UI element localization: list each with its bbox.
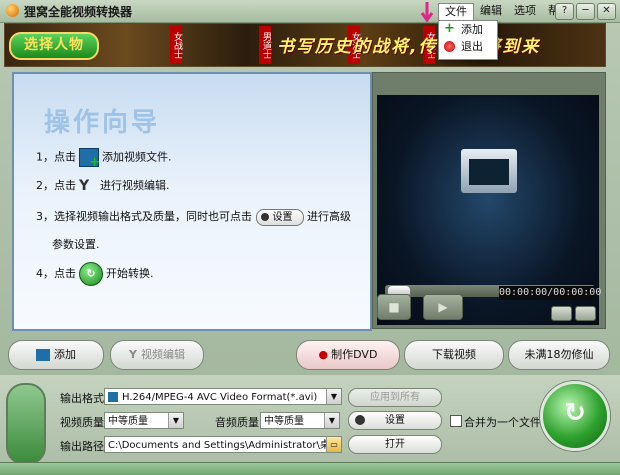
step-text: 4，点击	[36, 267, 76, 280]
audio-quality-value: 中等质量	[264, 416, 304, 427]
menu-edit[interactable]: 编辑	[474, 3, 508, 19]
add-icon: +	[444, 21, 455, 36]
menu-options[interactable]: 选项	[508, 3, 542, 19]
folder-button[interactable]	[575, 306, 596, 321]
settings-label: 设置	[385, 415, 405, 426]
chevron-down-icon: ▼	[324, 413, 339, 428]
refresh-icon: ↻	[564, 398, 586, 428]
video-quality-value: 中等质量	[108, 416, 148, 427]
step-text: 开始转换.	[106, 267, 154, 280]
video-quality-select[interactable]: 中等质量 ▼	[104, 412, 184, 429]
window-controls: ? ─ ✕	[555, 3, 616, 20]
format-icon	[108, 392, 118, 402]
menu-item-exit[interactable]: 退出	[439, 38, 497, 55]
promo-button[interactable]: 未满18勿修仙	[508, 340, 610, 370]
side-decoration	[6, 383, 46, 465]
add-button-label: 添加	[54, 348, 76, 361]
menu-item-exit-label: 退出	[461, 40, 483, 53]
banner-tag: 女战士	[170, 26, 182, 64]
guide-settings-button[interactable]: 设置	[255, 208, 304, 226]
app-logo-icon	[6, 4, 19, 17]
stop-button[interactable]: ■	[377, 294, 411, 320]
merge-checkbox[interactable]	[450, 415, 462, 427]
make-dvd-label: 制作DVD	[331, 348, 378, 361]
download-video-button[interactable]: 下载视频	[404, 340, 504, 370]
menu-item-add-label: 添加	[461, 23, 483, 36]
play-button[interactable]: ▶	[423, 294, 463, 320]
make-dvd-button[interactable]: ● 制作DVD	[296, 340, 400, 370]
menu-file[interactable]: 文件	[438, 3, 474, 20]
video-quality-label: 视频质量:	[60, 416, 108, 429]
status-bar	[0, 462, 620, 475]
video-edit-icon: Y	[79, 177, 90, 194]
settings-button[interactable]: 设置	[348, 411, 442, 430]
add-video-icon	[79, 148, 100, 170]
menu-item-add[interactable]: + 添加	[439, 21, 497, 38]
pointer-arrow-icon	[420, 2, 434, 23]
guide-title: 操作向导	[44, 108, 161, 138]
banner-select-character-button[interactable]: 选择人物	[9, 32, 99, 60]
step-text: 进行视频编辑.	[100, 179, 170, 192]
step-text: 3，选择视频输出格式及质量，同时也可点击	[36, 210, 252, 223]
guide-step-4: 4，点击 ↻ 开始转换.	[36, 262, 154, 286]
gear-icon	[355, 415, 365, 425]
add-video-icon	[36, 349, 50, 361]
output-path-field[interactable]: C:\Documents and Settings\Administrator\…	[104, 436, 342, 453]
window-title: 狸窝全能视频转换器	[24, 5, 133, 19]
preview-player: ■ ▶ 00:00:00/00:00:00	[372, 72, 606, 329]
guide-step-1: 1，点击 添加视频文件.	[36, 148, 172, 170]
film-icon	[461, 149, 517, 193]
step-text: 2，点击	[36, 179, 76, 192]
format-label: 输出格式:	[60, 392, 108, 405]
guide-step-3: 3，选择视频输出格式及质量，同时也可点击 设置 进行高级	[36, 208, 351, 226]
snapshot-button[interactable]	[551, 306, 572, 321]
step-text: 进行高级	[307, 210, 351, 223]
guide-step-3-continued: 参数设置.	[52, 238, 100, 251]
chevron-down-icon: ▼	[168, 413, 183, 428]
format-select[interactable]: H.264/MPEG-4 AVC Video Format(*.avi) ▼	[104, 388, 342, 405]
banner-ad[interactable]: 选择人物 女战士 男道士 女法士 女道士 书写历史的战将,传 刻即将到来	[4, 23, 606, 67]
help-button[interactable]: ?	[555, 3, 574, 20]
banner-slogan: 书写历史的战将,传 刻即将到来	[277, 37, 541, 57]
minimize-button[interactable]: ─	[576, 3, 595, 20]
output-settings-panel: 输出格式: H.264/MPEG-4 AVC Video Format(*.av…	[0, 375, 620, 475]
app-window: 狸窝全能视频转换器 文件 编辑 选项 帮助 ? ─ ✕ + 添加 退出 选择人物…	[0, 0, 620, 475]
timecode-display: 00:00:00/00:00:00	[499, 286, 602, 300]
banner-tag: 男道士	[259, 26, 271, 64]
step-text: 添加视频文件.	[102, 150, 172, 164]
format-value: H.264/MPEG-4 AVC Video Format(*.avi)	[122, 392, 318, 403]
video-edit-button[interactable]: Y 视频编辑	[110, 340, 204, 370]
chevron-down-icon: ▼	[326, 389, 341, 404]
output-path-label: 输出路径:	[60, 440, 108, 453]
apply-to-all-button[interactable]: 应用到所有	[348, 388, 442, 407]
file-menu-dropdown: + 添加 退出	[438, 20, 498, 60]
audio-quality-select[interactable]: 中等质量 ▼	[260, 412, 340, 429]
exit-icon	[444, 41, 455, 52]
open-button[interactable]: 打开	[348, 435, 442, 454]
guide-step-2: 2，点击 Y 进行视频编辑.	[36, 177, 170, 195]
folder-icon[interactable]: ▭	[326, 437, 341, 452]
dvd-icon: ●	[318, 348, 329, 361]
merge-label: 合并为一个文件	[464, 416, 541, 429]
audio-quality-label: 音频质量:	[215, 416, 263, 429]
add-button[interactable]: 添加	[8, 340, 104, 370]
operation-guide-panel: 操作向导 1，点击 添加视频文件. 2，点击Y 进行视频编辑. 3，选择视频输出格式…	[12, 72, 372, 331]
step-text: 1，点击	[36, 150, 76, 164]
video-edit-icon: Y	[129, 348, 137, 361]
convert-button[interactable]: ↻	[540, 381, 610, 451]
video-edit-label: 视频编辑	[140, 348, 185, 361]
title-bar: 狸窝全能视频转换器 文件 编辑 选项 帮助 ? ─ ✕	[0, 0, 620, 23]
start-convert-icon: ↻	[79, 262, 103, 286]
output-path-value: C:\Documents and Settings\Administrator\…	[108, 440, 342, 451]
close-button[interactable]: ✕	[597, 3, 616, 20]
